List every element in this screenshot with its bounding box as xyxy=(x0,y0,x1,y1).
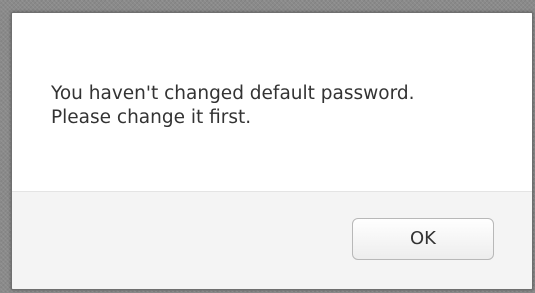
dialog-message: You haven't changed default password. Pl… xyxy=(51,82,521,130)
dialog-message-line-1: You haven't changed default password. xyxy=(51,83,415,104)
dialog-footer: OK xyxy=(12,191,532,289)
password-warning-dialog: You haven't changed default password. Pl… xyxy=(11,12,533,290)
dialog-message-line-2: Please change it first. xyxy=(51,107,252,128)
dialog-body: You haven't changed default password. Pl… xyxy=(12,13,532,191)
ok-button[interactable]: OK xyxy=(352,218,494,260)
